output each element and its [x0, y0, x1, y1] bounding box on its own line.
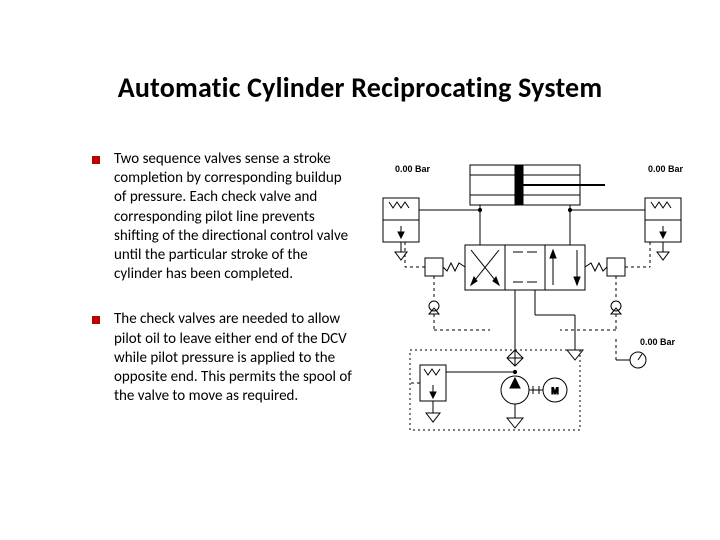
hydraulic-schematic: M 0.00 Bar 0.00 Bar 0.00 Bar	[375, 150, 695, 450]
svg-text:M: M	[551, 386, 559, 396]
bullet-text: The check valves are needed to allow pil…	[114, 310, 352, 406]
pressure-label-bottom-right: 0.00 Bar	[640, 337, 676, 347]
bullet-square-icon	[92, 156, 100, 164]
schematic-svg: M 0.00 Bar 0.00 Bar 0.00 Bar	[375, 150, 695, 450]
bullet-text: Two sequence valves sense a stroke compl…	[114, 150, 352, 284]
bullet-list: Two sequence valves sense a stroke compl…	[92, 150, 352, 432]
list-item: Two sequence valves sense a stroke compl…	[92, 150, 352, 284]
slide-title: Automatic Cylinder Reciprocating System	[0, 70, 720, 105]
slide: Automatic Cylinder Reciprocating System …	[0, 0, 720, 540]
bullet-square-icon	[92, 316, 100, 324]
list-item: The check valves are needed to allow pil…	[92, 310, 352, 406]
pressure-label-right: 0.00 Bar	[648, 164, 684, 174]
pressure-label-top-left: 0.00 Bar	[395, 164, 431, 174]
